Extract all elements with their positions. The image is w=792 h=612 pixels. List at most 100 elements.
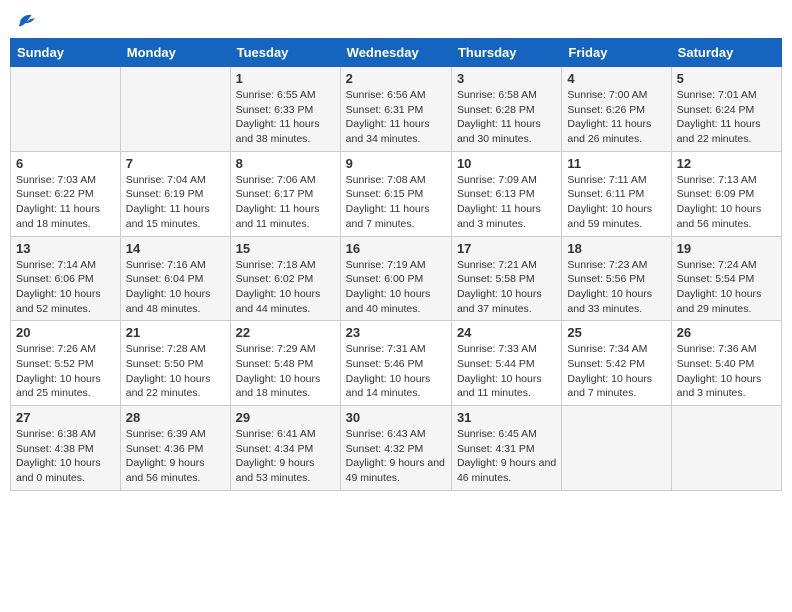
day-number: 23 bbox=[346, 325, 446, 340]
day-number: 6 bbox=[16, 156, 115, 171]
day-number: 24 bbox=[457, 325, 556, 340]
calendar-cell: 26 Sunrise: 7:36 AM Sunset: 5:40 PM Dayli… bbox=[671, 321, 781, 406]
calendar-cell: 16Sunrise: 7:19 AM Sunset: 6:00 PM Dayli… bbox=[340, 236, 451, 321]
calendar-cell: 23 Sunrise: 7:31 AM Sunset: 5:46 PM Dayli… bbox=[340, 321, 451, 406]
day-info: Sunrise: 7:13 AM Sunset: 6:09 PM Dayligh… bbox=[677, 173, 776, 232]
day-info: Sunrise: 7:08 AM Sunset: 6:15 PM Dayligh… bbox=[346, 173, 446, 232]
day-number: 2 bbox=[346, 71, 446, 86]
day-number: 27 bbox=[16, 410, 115, 425]
day-info: Sunrise: 6:55 AM Sunset: 6:33 PM Dayligh… bbox=[236, 88, 335, 147]
calendar-cell: 10Sunrise: 7:09 AM Sunset: 6:13 PM Dayli… bbox=[451, 151, 561, 236]
day-info: Sunrise: 6:43 AM Sunset: 4:32 PM Dayligh… bbox=[346, 427, 446, 486]
day-number: 20 bbox=[16, 325, 115, 340]
day-number: 28 bbox=[126, 410, 225, 425]
day-info: Sunrise: 6:41 AM Sunset: 4:34 PM Dayligh… bbox=[236, 427, 335, 486]
day-number: 9 bbox=[346, 156, 446, 171]
calendar-cell bbox=[671, 406, 781, 491]
day-info: Sunrise: 7:28 AM Sunset: 5:50 PM Dayligh… bbox=[126, 342, 225, 401]
day-info: Sunrise: 7:14 AM Sunset: 6:06 PM Dayligh… bbox=[16, 258, 115, 317]
day-number: 7 bbox=[126, 156, 225, 171]
day-info: Sunrise: 6:38 AM Sunset: 4:38 PM Dayligh… bbox=[16, 427, 115, 486]
calendar-cell: 27 Sunrise: 6:38 AM Sunset: 4:38 PM Dayli… bbox=[11, 406, 121, 491]
calendar-cell: 13 Sunrise: 7:14 AM Sunset: 6:06 PM Dayli… bbox=[11, 236, 121, 321]
calendar-cell bbox=[11, 67, 121, 152]
calendar-week-row: 6Sunrise: 7:03 AM Sunset: 6:22 PM Daylig… bbox=[11, 151, 782, 236]
day-info: Sunrise: 7:04 AM Sunset: 6:19 PM Dayligh… bbox=[126, 173, 225, 232]
day-number: 26 bbox=[677, 325, 776, 340]
logo-icon bbox=[14, 10, 38, 30]
day-info: Sunrise: 6:58 AM Sunset: 6:28 PM Dayligh… bbox=[457, 88, 556, 147]
calendar-cell: 5Sunrise: 7:01 AM Sunset: 6:24 PM Daylig… bbox=[671, 67, 781, 152]
day-info: Sunrise: 7:29 AM Sunset: 5:48 PM Dayligh… bbox=[236, 342, 335, 401]
calendar-cell: 6Sunrise: 7:03 AM Sunset: 6:22 PM Daylig… bbox=[11, 151, 121, 236]
day-number: 11 bbox=[567, 156, 665, 171]
calendar-cell: 20Sunrise: 7:26 AM Sunset: 5:52 PM Dayli… bbox=[11, 321, 121, 406]
day-info: Sunrise: 7:16 AM Sunset: 6:04 PM Dayligh… bbox=[126, 258, 225, 317]
day-info: Sunrise: 7:18 AM Sunset: 6:02 PM Dayligh… bbox=[236, 258, 335, 317]
calendar-cell: 15Sunrise: 7:18 AM Sunset: 6:02 PM Dayli… bbox=[230, 236, 340, 321]
calendar-cell: 21 Sunrise: 7:28 AM Sunset: 5:50 PM Dayli… bbox=[120, 321, 230, 406]
day-info: Sunrise: 7:36 AM Sunset: 5:40 PM Dayligh… bbox=[677, 342, 776, 401]
calendar-week-row: 27 Sunrise: 6:38 AM Sunset: 4:38 PM Dayli… bbox=[11, 406, 782, 491]
day-number: 1 bbox=[236, 71, 335, 86]
day-number: 31 bbox=[457, 410, 556, 425]
day-of-week-header: Monday bbox=[120, 39, 230, 67]
page-header bbox=[10, 10, 782, 30]
calendar-cell: 19 Sunrise: 7:24 AM Sunset: 5:54 PM Dayli… bbox=[671, 236, 781, 321]
day-number: 29 bbox=[236, 410, 335, 425]
calendar-cell: 3 Sunrise: 6:58 AM Sunset: 6:28 PM Daylig… bbox=[451, 67, 561, 152]
day-info: Sunrise: 7:11 AM Sunset: 6:11 PM Dayligh… bbox=[567, 173, 665, 232]
calendar-cell: 29 Sunrise: 6:41 AM Sunset: 4:34 PM Dayli… bbox=[230, 406, 340, 491]
day-number: 18 bbox=[567, 241, 665, 256]
calendar-cell bbox=[120, 67, 230, 152]
day-number: 5 bbox=[677, 71, 776, 86]
calendar-cell: 17Sunrise: 7:21 AM Sunset: 5:58 PM Dayli… bbox=[451, 236, 561, 321]
calendar-cell: 28 Sunrise: 6:39 AM Sunset: 4:36 PM Dayli… bbox=[120, 406, 230, 491]
calendar-week-row: 20Sunrise: 7:26 AM Sunset: 5:52 PM Dayli… bbox=[11, 321, 782, 406]
calendar-cell: 11 Sunrise: 7:11 AM Sunset: 6:11 PM Dayli… bbox=[562, 151, 671, 236]
day-info: Sunrise: 7:09 AM Sunset: 6:13 PM Dayligh… bbox=[457, 173, 556, 232]
day-info: Sunrise: 6:39 AM Sunset: 4:36 PM Dayligh… bbox=[126, 427, 225, 486]
calendar-cell: 12Sunrise: 7:13 AM Sunset: 6:09 PM Dayli… bbox=[671, 151, 781, 236]
day-info: Sunrise: 7:00 AM Sunset: 6:26 PM Dayligh… bbox=[567, 88, 665, 147]
calendar-cell: 14 Sunrise: 7:16 AM Sunset: 6:04 PM Dayli… bbox=[120, 236, 230, 321]
calendar-cell bbox=[562, 406, 671, 491]
day-of-week-header: Wednesday bbox=[340, 39, 451, 67]
day-info: Sunrise: 7:34 AM Sunset: 5:42 PM Dayligh… bbox=[567, 342, 665, 401]
calendar-cell: 1 Sunrise: 6:55 AM Sunset: 6:33 PM Daylig… bbox=[230, 67, 340, 152]
day-info: Sunrise: 7:33 AM Sunset: 5:44 PM Dayligh… bbox=[457, 342, 556, 401]
day-number: 17 bbox=[457, 241, 556, 256]
calendar-cell: 24 Sunrise: 7:33 AM Sunset: 5:44 PM Dayli… bbox=[451, 321, 561, 406]
day-info: Sunrise: 7:31 AM Sunset: 5:46 PM Dayligh… bbox=[346, 342, 446, 401]
day-number: 14 bbox=[126, 241, 225, 256]
calendar-cell: 9 Sunrise: 7:08 AM Sunset: 6:15 PM Daylig… bbox=[340, 151, 451, 236]
calendar-cell: 25Sunrise: 7:34 AM Sunset: 5:42 PM Dayli… bbox=[562, 321, 671, 406]
day-of-week-header: Sunday bbox=[11, 39, 121, 67]
calendar-cell: 4 Sunrise: 7:00 AM Sunset: 6:26 PM Daylig… bbox=[562, 67, 671, 152]
calendar-week-row: 13 Sunrise: 7:14 AM Sunset: 6:06 PM Dayli… bbox=[11, 236, 782, 321]
day-number: 4 bbox=[567, 71, 665, 86]
day-number: 30 bbox=[346, 410, 446, 425]
day-of-week-header: Tuesday bbox=[230, 39, 340, 67]
calendar-header-row: SundayMondayTuesdayWednesdayThursdayFrid… bbox=[11, 39, 782, 67]
day-number: 13 bbox=[16, 241, 115, 256]
calendar-cell: 22Sunrise: 7:29 AM Sunset: 5:48 PM Dayli… bbox=[230, 321, 340, 406]
day-info: Sunrise: 6:56 AM Sunset: 6:31 PM Dayligh… bbox=[346, 88, 446, 147]
day-number: 3 bbox=[457, 71, 556, 86]
day-number: 21 bbox=[126, 325, 225, 340]
day-of-week-header: Thursday bbox=[451, 39, 561, 67]
calendar-cell: 7 Sunrise: 7:04 AM Sunset: 6:19 PM Daylig… bbox=[120, 151, 230, 236]
day-of-week-header: Friday bbox=[562, 39, 671, 67]
logo bbox=[14, 10, 42, 30]
calendar-week-row: 1 Sunrise: 6:55 AM Sunset: 6:33 PM Daylig… bbox=[11, 67, 782, 152]
calendar-table: SundayMondayTuesdayWednesdayThursdayFrid… bbox=[10, 38, 782, 491]
calendar-cell: 18Sunrise: 7:23 AM Sunset: 5:56 PM Dayli… bbox=[562, 236, 671, 321]
calendar-cell: 2 Sunrise: 6:56 AM Sunset: 6:31 PM Daylig… bbox=[340, 67, 451, 152]
day-info: Sunrise: 7:06 AM Sunset: 6:17 PM Dayligh… bbox=[236, 173, 335, 232]
calendar-cell: 31Sunrise: 6:45 AM Sunset: 4:31 PM Dayli… bbox=[451, 406, 561, 491]
day-number: 19 bbox=[677, 241, 776, 256]
day-number: 8 bbox=[236, 156, 335, 171]
day-info: Sunrise: 7:24 AM Sunset: 5:54 PM Dayligh… bbox=[677, 258, 776, 317]
day-of-week-header: Saturday bbox=[671, 39, 781, 67]
day-number: 16 bbox=[346, 241, 446, 256]
